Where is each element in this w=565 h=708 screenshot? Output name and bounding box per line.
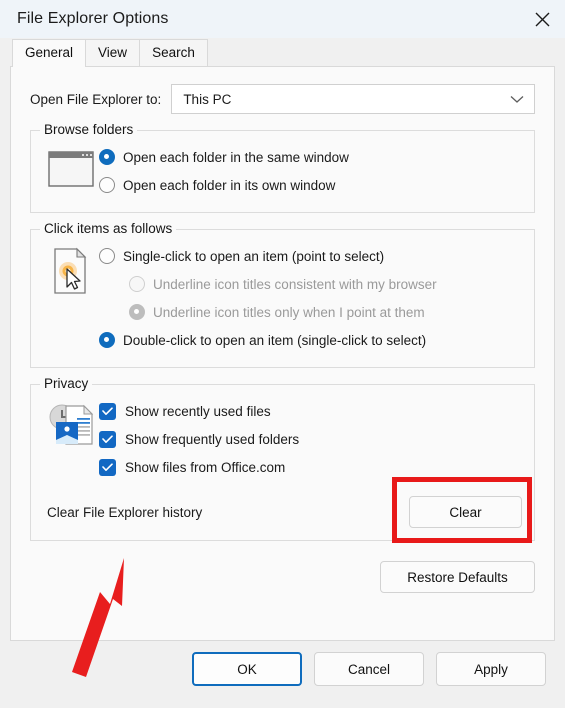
click-items-group: Click items as follows Single-click to o… [30,221,535,368]
radio-open-same-window-label: Open each folder in the same window [123,149,349,165]
privacy-group: Privacy Show recently used files Show fr… [30,376,535,543]
browse-folders-title: Browse folders [40,122,138,137]
open-file-explorer-to-select[interactable]: This PC [171,84,535,114]
radio-indicator [99,177,115,193]
radio-underline-hover: Underline icon titles only when I point … [99,299,522,325]
radio-indicator [99,248,115,264]
tab-strip: General View Search [0,38,565,67]
tab-general-label: General [25,45,74,60]
open-file-explorer-to-value: This PC [183,91,232,107]
general-tab-panel: Open File Explorer to: This PC Browse fo… [10,66,555,641]
restore-defaults-button[interactable]: Restore Defaults [380,561,535,593]
clear-history-row: Clear File Explorer history Clear [43,477,532,543]
open-file-explorer-to-label: Open File Explorer to: [30,91,162,107]
radio-double-click-label: Double-click to open an item (single-cli… [123,332,427,348]
checkbox-indicator [99,458,116,476]
checkbox-show-frequent-folders-label: Show frequently used folders [125,431,300,447]
recent-files-icon [43,398,99,482]
radio-indicator [129,304,145,320]
tab-search-label: Search [152,45,195,60]
radio-indicator [129,276,145,292]
ok-button[interactable]: OK [192,652,302,686]
checkbox-show-recent-files[interactable]: Show recently used files [99,398,522,424]
document-pointer-icon [43,243,99,355]
tab-view-label: View [98,45,128,60]
title-bar: File Explorer Options [0,0,565,38]
chevron-down-icon [510,92,524,107]
apply-button[interactable]: Apply [436,652,546,686]
radio-single-click[interactable]: Single-click to open an item (point to s… [99,243,522,269]
tab-search[interactable]: Search [139,39,208,66]
clear-button[interactable]: Clear [409,496,522,528]
close-icon [534,11,551,28]
radio-single-click-label: Single-click to open an item (point to s… [123,248,385,264]
radio-underline-browser: Underline icon titles consistent with my… [99,271,522,297]
close-button[interactable] [519,0,565,38]
radio-indicator [99,332,115,348]
radio-open-own-window-label: Open each folder in its own window [123,177,336,193]
checkbox-show-recent-files-label: Show recently used files [125,403,271,419]
privacy-title: Privacy [40,376,93,391]
radio-double-click[interactable]: Double-click to open an item (single-cli… [99,327,522,353]
cancel-button[interactable]: Cancel [314,652,424,686]
window-folder-icon [43,144,99,200]
radio-open-same-window[interactable]: Open each folder in the same window [99,144,522,170]
checkbox-indicator [99,430,116,448]
browse-folders-group: Browse folders Open each folder in the s… [30,122,535,213]
checkbox-indicator [99,402,116,420]
checkbox-show-office-files-label: Show files from Office.com [125,459,286,475]
window-title: File Explorer Options [17,10,169,27]
tab-general[interactable]: General [12,39,87,67]
restore-defaults-row: Restore Defaults [30,561,535,593]
dialog-footer: OK Cancel Apply [0,641,565,697]
click-items-title: Click items as follows [40,221,177,236]
checkbox-show-office-files[interactable]: Show files from Office.com [99,454,522,480]
radio-underline-hover-label: Underline icon titles only when I point … [153,304,425,320]
clear-history-label: Clear File Explorer history [47,504,203,520]
radio-indicator [99,149,115,165]
open-file-explorer-to-row: Open File Explorer to: This PC [30,67,535,114]
radio-open-own-window[interactable]: Open each folder in its own window [99,172,522,198]
checkbox-show-frequent-folders[interactable]: Show frequently used folders [99,426,522,452]
radio-underline-browser-label: Underline icon titles consistent with my… [153,276,437,292]
tab-view[interactable]: View [85,39,141,66]
